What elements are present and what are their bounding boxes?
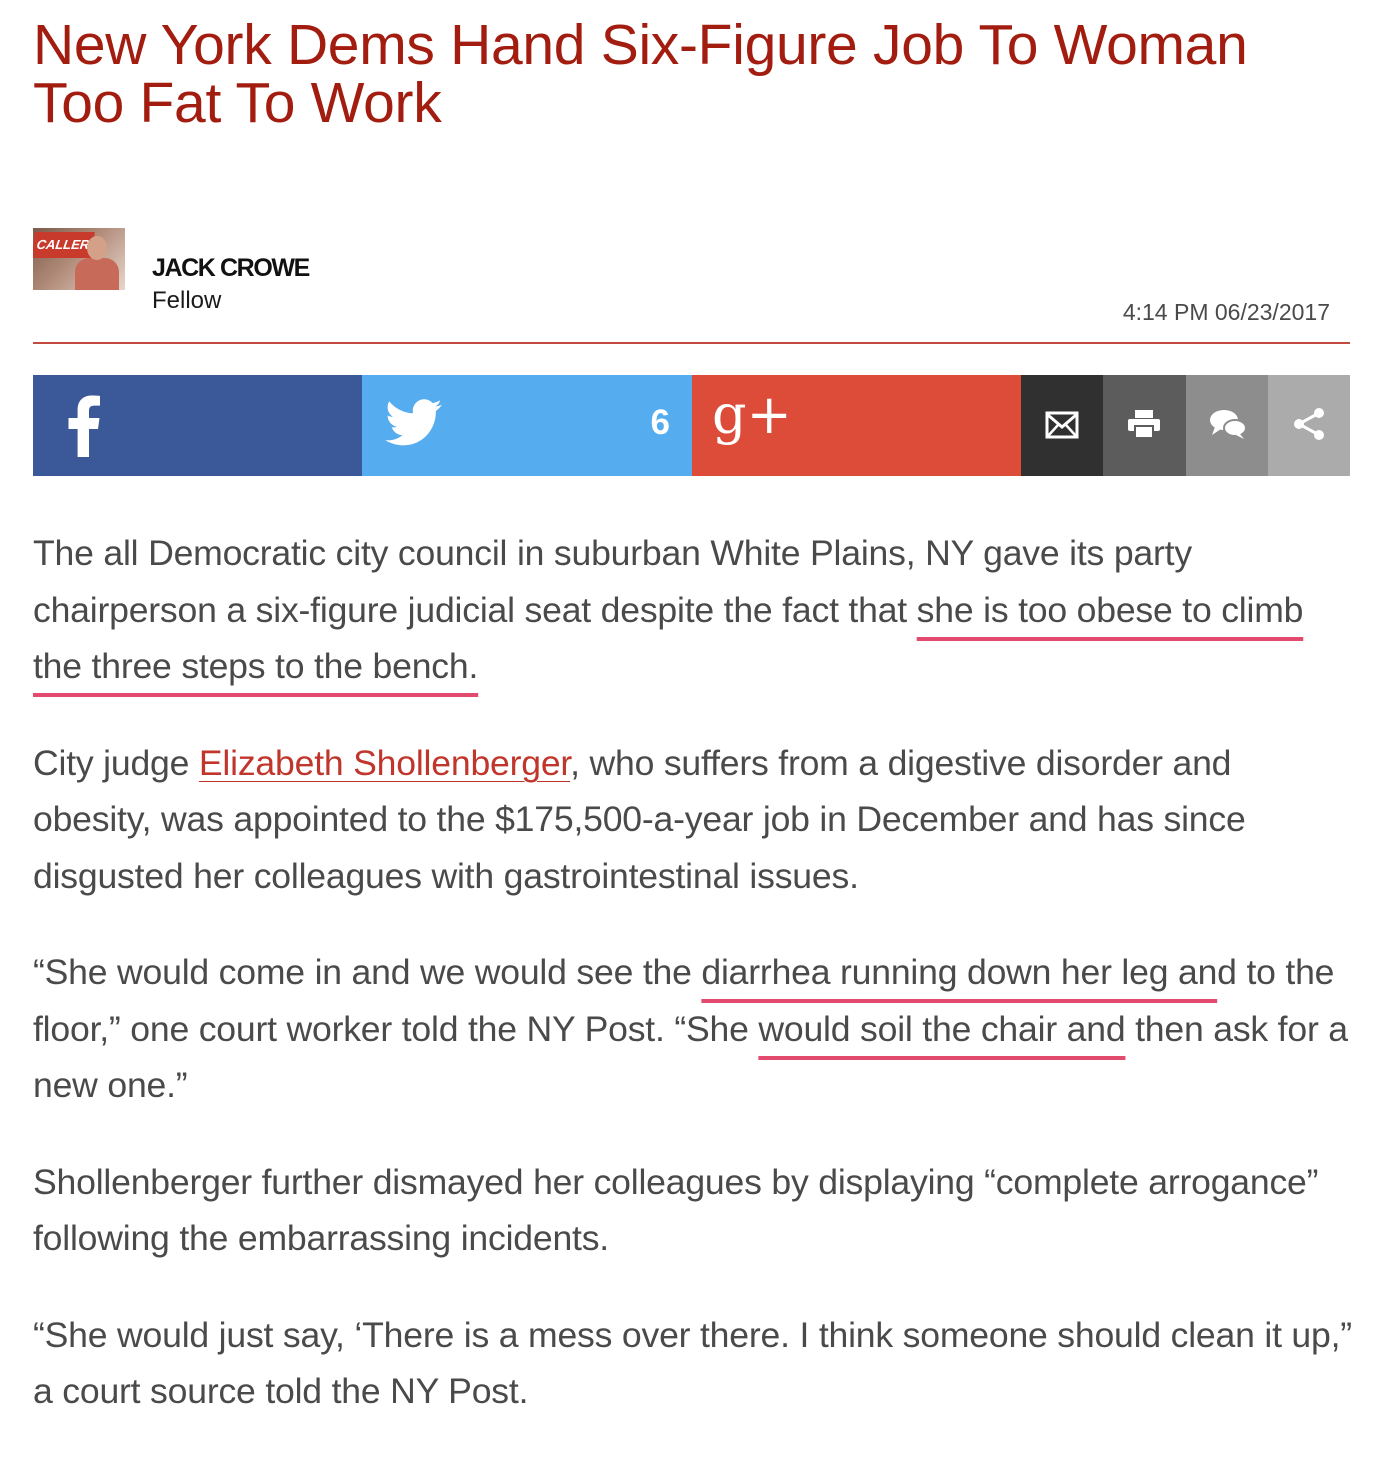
article-paragraph: City judge Elizabeth Shollenberger, who … <box>33 735 1353 905</box>
avatar-person-head <box>87 236 107 260</box>
publish-timestamp: 4:14 PM 06/23/2017 <box>1122 299 1330 325</box>
comments-icon <box>1209 408 1247 445</box>
twitter-share-button[interactable]: 6 <box>362 375 692 476</box>
printer-icon <box>1127 409 1161 444</box>
article-paragraph: “She would come in and we would see the … <box>33 944 1353 1114</box>
paragraph-text: City judge <box>33 742 199 783</box>
article-paragraph: The all Democratic city council in subur… <box>33 525 1353 695</box>
share-icon <box>1292 407 1326 446</box>
facebook-share-button[interactable] <box>33 375 362 476</box>
facebook-icon <box>67 395 101 462</box>
byline: CALLER JACK CROWE Fellow 4:14 PM 06/23/2… <box>33 226 1350 344</box>
envelope-icon <box>1045 411 1079 444</box>
twitter-icon <box>385 399 443 452</box>
author-name[interactable]: JACK CROWE <box>152 254 310 283</box>
article-body: The all Democratic city council in subur… <box>33 525 1353 1460</box>
article-title: New York Dems Hand Six-Figure Job To Wom… <box>33 13 1248 135</box>
avatar-person-torso <box>75 258 119 290</box>
print-button[interactable] <box>1103 375 1186 476</box>
article-paragraph: “She would just say, ‘There is a mess ov… <box>33 1314 1352 1412</box>
share-bar: 6 g+ <box>33 375 1350 476</box>
judge-name-link[interactable]: Elizabeth Shollenberger <box>199 743 570 783</box>
author-role: Fellow <box>152 287 222 314</box>
author-avatar[interactable]: CALLER <box>33 228 125 290</box>
highlighted-text: diarrhea running down her leg an <box>701 952 1218 992</box>
email-share-button[interactable] <box>1021 375 1103 476</box>
google-plus-share-button[interactable]: g+ <box>692 375 1021 476</box>
comments-button[interactable] <box>1186 375 1268 476</box>
twitter-share-count: 6 <box>650 403 670 442</box>
paragraph-text: “She would come in and we would see the <box>33 952 702 992</box>
google-plus-icon: g+ <box>712 383 792 446</box>
caller-sign-logo: CALLER <box>33 232 95 258</box>
highlighted-text: would soil the chair and <box>758 1008 1126 1049</box>
article-paragraph: Shollenberger further dismayed her colle… <box>33 1161 1319 1259</box>
more-share-button[interactable] <box>1268 375 1350 476</box>
